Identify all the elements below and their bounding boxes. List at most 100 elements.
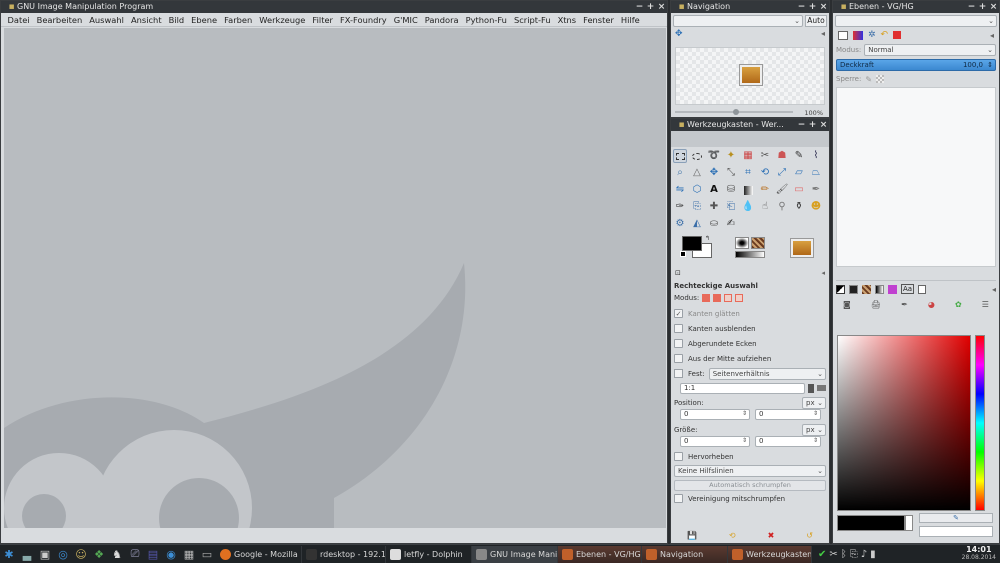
- menu-script-fu[interactable]: Script-Fu: [510, 15, 554, 25]
- mode-subtract-icon[interactable]: [724, 294, 733, 302]
- zoom-tool-icon[interactable]: ⌕: [673, 166, 687, 180]
- paths-tab-icon[interactable]: ✲: [868, 30, 876, 40]
- size-unit-combo[interactable]: px ⌄: [802, 423, 826, 436]
- align-tool-icon[interactable]: ⤡: [724, 166, 738, 180]
- toolbox-close-button[interactable]: ×: [818, 120, 829, 131]
- layers-image-combo[interactable]: ⌄: [835, 15, 997, 27]
- image-canvas-empty[interactable]: [4, 28, 666, 528]
- menu-filter[interactable]: Filter: [309, 15, 337, 25]
- bucket-fill-tool-icon[interactable]: ⛁: [724, 183, 738, 197]
- layers-maximize-button[interactable]: +: [977, 2, 988, 13]
- heal-tool-icon[interactable]: ✚: [707, 200, 721, 214]
- flip-tool-icon[interactable]: ⇋: [673, 183, 687, 197]
- brush-extra-tool-icon[interactable]: ✍: [724, 217, 738, 231]
- clone-tool-icon[interactable]: ⎘: [690, 200, 704, 214]
- script-tool-icon[interactable]: ☻: [809, 200, 823, 214]
- toolbox-maximize-button[interactable]: +: [807, 120, 818, 131]
- color-picker-button[interactable]: ✎: [919, 513, 993, 523]
- size-width-input[interactable]: 0 ⇕: [680, 436, 750, 447]
- blend-tool-icon[interactable]: [741, 183, 755, 197]
- eraser-tool-icon[interactable]: ▭: [792, 183, 806, 197]
- antialias-checkbox[interactable]: ✓ Kanten glätten: [674, 306, 826, 321]
- lock-pixels-icon[interactable]: ✎: [865, 75, 872, 84]
- menu-auswahl[interactable]: Auswahl: [86, 15, 128, 25]
- cage-tool-icon[interactable]: ⬡: [690, 183, 704, 197]
- main-titlebar[interactable]: ▪ GNU Image Manipulation Program − + ×: [1, 1, 667, 13]
- navigation-image-combo[interactable]: ⌄: [673, 15, 803, 27]
- paintbrush-tool-icon[interactable]: 🖌: [775, 183, 789, 197]
- menu-ansicht[interactable]: Ansicht: [127, 15, 165, 25]
- default-colors-icon[interactable]: [680, 251, 686, 257]
- minimize-button[interactable]: −: [634, 2, 645, 13]
- task-dolphin[interactable]: letfly - Dolphin: [386, 545, 472, 563]
- position-y-input[interactable]: 0 ⇕: [755, 409, 821, 420]
- triangle-selector-icon[interactable]: ✒: [901, 300, 908, 309]
- kde-menu-icon[interactable]: ✱: [1, 546, 17, 562]
- layers-titlebar[interactable]: ▪ Ebenen - VG/HG − + ×: [833, 1, 999, 13]
- portrait-icon[interactable]: [808, 383, 814, 393]
- position-x-input[interactable]: 0 ⇕: [680, 409, 750, 420]
- save-options-icon[interactable]: 💾: [687, 531, 697, 540]
- layers-list[interactable]: [836, 87, 996, 267]
- network-icon[interactable]: ◉: [163, 546, 179, 562]
- menu-werkzeuge[interactable]: Werkzeuge: [256, 15, 309, 25]
- dodge-burn-tool-icon[interactable]: ⚲: [775, 200, 789, 214]
- current-color-swatch[interactable]: [837, 515, 905, 531]
- save-icon[interactable]: ▤: [145, 546, 161, 562]
- auto-shrink-button[interactable]: Automatisch schrumpfen: [674, 480, 826, 491]
- layers-minimize-button[interactable]: −: [966, 2, 977, 13]
- gegl-tool-icon[interactable]: ⚙: [673, 217, 687, 231]
- hex-color-input[interactable]: [919, 526, 993, 537]
- menu-farben[interactable]: Farben: [221, 15, 256, 25]
- rect-select-tool-icon[interactable]: [673, 149, 687, 163]
- move-tool-icon[interactable]: ✥: [707, 166, 721, 180]
- size-height-input[interactable]: 0 ⇕: [755, 436, 821, 447]
- gradient-preview[interactable]: [735, 251, 765, 258]
- pattern-preview[interactable]: [751, 237, 765, 249]
- highlight-checkbox[interactable]: Hervorheben: [674, 449, 826, 464]
- crop-tool-icon[interactable]: ⌗: [741, 166, 755, 180]
- menu-bild[interactable]: Bild: [165, 15, 188, 25]
- lock-alpha-icon[interactable]: [876, 75, 885, 83]
- windows-icon[interactable]: ❖: [91, 546, 107, 562]
- task-firefox[interactable]: Google - Mozilla Fi...: [216, 545, 302, 563]
- menu-gmic[interactable]: G'MIC: [390, 15, 421, 25]
- task-layers[interactable]: Ebenen - VG/HG: [558, 545, 642, 563]
- task-navigation[interactable]: Navigation: [642, 545, 728, 563]
- task-gimp-main[interactable]: GNU Image Manip...: [472, 545, 558, 563]
- free-select-tool-icon[interactable]: ➰: [707, 149, 721, 163]
- move-tool-icon[interactable]: ✥: [675, 29, 683, 39]
- navigation-preview[interactable]: [675, 47, 825, 105]
- delete-options-icon[interactable]: ✖: [768, 531, 775, 540]
- desktop-icon[interactable]: ▃: [19, 546, 35, 562]
- fixed-checkbox[interactable]: [674, 369, 683, 378]
- opacity-slider[interactable]: Deckkraft 100,0 ⇕: [836, 59, 996, 71]
- fixed-mode-combo[interactable]: Seitenverhältnis ⌄: [708, 367, 826, 380]
- menu-xtns[interactable]: Xtns: [554, 15, 580, 25]
- landscape-icon[interactable]: [817, 385, 826, 391]
- colors-menu-icon[interactable]: ◂: [992, 285, 996, 294]
- app-menu-icon[interactable]: ▪: [6, 2, 17, 13]
- toolbox-app-icon[interactable]: ▪: [676, 120, 687, 131]
- volume-icon[interactable]: ♪: [861, 549, 867, 560]
- threshold-tool-icon[interactable]: ◭: [690, 217, 704, 231]
- watercolor-selector-icon[interactable]: ◕: [928, 300, 935, 309]
- airbrush-tool-icon[interactable]: ✒: [809, 183, 823, 197]
- clipboard-icon[interactable]: ⎘: [850, 549, 858, 560]
- channels-tab-icon[interactable]: [853, 30, 863, 40]
- restore-options-icon[interactable]: ⟲: [729, 531, 736, 540]
- brushes-tab-icon[interactable]: [893, 31, 902, 39]
- navigation-titlebar[interactable]: ▪ Navigation − + ×: [671, 1, 829, 13]
- zoom-slider[interactable]: [675, 109, 793, 115]
- aspect-ratio-input[interactable]: 1:1: [680, 382, 805, 394]
- terminal-icon[interactable]: ▣: [37, 546, 53, 562]
- tool-options-menu-icon[interactable]: ◂: [821, 269, 825, 279]
- menu-fx-foundry[interactable]: FX-Foundry: [336, 15, 390, 25]
- text-tool-icon[interactable]: A: [707, 183, 721, 197]
- smudge-tool-icon[interactable]: ☝: [758, 200, 772, 214]
- mode-replace-icon[interactable]: [702, 294, 711, 302]
- blur-tool-icon[interactable]: 💧: [741, 200, 755, 214]
- fg-bg-tab-icon[interactable]: [836, 284, 845, 294]
- browser-icon[interactable]: ◎: [55, 546, 71, 562]
- film-icon[interactable]: ▦: [181, 546, 197, 562]
